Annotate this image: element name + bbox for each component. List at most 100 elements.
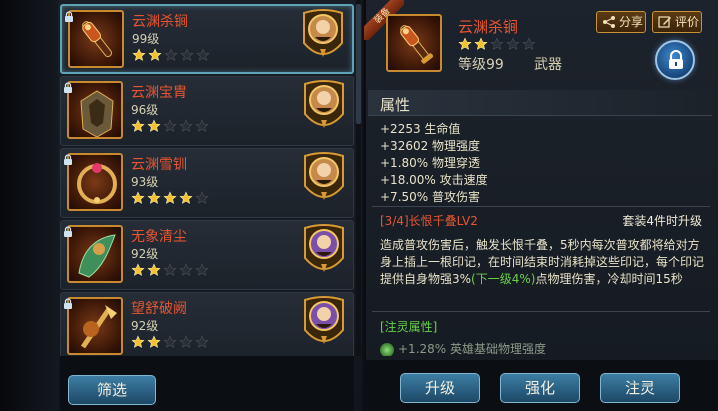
equipment-level: 96级 [131, 103, 159, 117]
detail-item-name: 云渊杀锏 [458, 18, 519, 36]
attribute-line: +1.80% 物理穿透 [380, 156, 480, 170]
equipment-thumbnail [67, 153, 123, 211]
star-empty-icon [506, 37, 520, 51]
hero-portrait-icon[interactable] [302, 9, 344, 65]
equipment-row[interactable]: 云渊宝胄 96级 [60, 76, 354, 146]
lock-icon [64, 7, 74, 22]
star-filled-icon [147, 335, 161, 349]
lock-icon [63, 150, 73, 165]
equipment-thumbnail [67, 81, 123, 139]
attribute-line: +18.00% 攻击速度 [380, 173, 488, 187]
set-desc-tail: 点物理伤害，冷却时间15秒 [535, 272, 683, 286]
edit-icon [658, 16, 671, 28]
equipment-name: 云渊杀锏 [132, 14, 188, 30]
equipment-name: 云渊雪钏 [131, 157, 187, 173]
detail-item-level: 等级99 [458, 57, 504, 73]
lock-icon [63, 78, 73, 93]
star-empty-icon [196, 48, 210, 62]
equipment-level: 93级 [131, 175, 159, 189]
spirit-infuse-button[interactable]: 注灵 [600, 373, 680, 403]
star-empty-icon [163, 335, 177, 349]
star-empty-icon [490, 37, 504, 51]
detail-item-thumbnail [386, 14, 442, 72]
equipment-row[interactable]: 云渊雪钏 93级 [60, 148, 354, 218]
spirit-gem-icon [380, 342, 394, 356]
star-empty-icon [522, 37, 536, 51]
attribute-line: +7.50% 普攻伤害 [380, 190, 480, 204]
star-filled-icon [131, 191, 145, 205]
star-empty-icon [164, 48, 178, 62]
mace-icon [400, 25, 434, 64]
attribute-line: +32602 物理强度 [380, 139, 481, 153]
equipment-row[interactable]: 云渊杀锏 99级 [60, 4, 354, 74]
star-empty-icon [163, 119, 177, 133]
hero-portrait-icon[interactable] [303, 152, 345, 208]
equipment-thumbnail [68, 10, 124, 68]
equipment-level: 92级 [131, 319, 159, 333]
attributes-header [368, 90, 712, 116]
star-filled-icon [147, 263, 161, 277]
star-rating [131, 335, 209, 349]
equipment-level: 92级 [131, 247, 159, 261]
left-edge-shade [0, 0, 58, 411]
share-label: 分享 [619, 15, 644, 29]
spirit-attribute-text: +1.28% 英雄基础物理强度 [398, 342, 546, 356]
section-divider [372, 311, 710, 312]
equipment-thumbnail [67, 225, 123, 283]
star-filled-icon [131, 119, 145, 133]
star-filled-icon [148, 48, 162, 62]
lock-icon [63, 294, 73, 309]
attributes-title: 属性 [380, 96, 411, 114]
enhance-button[interactable]: 强化 [500, 373, 580, 403]
star-empty-icon [195, 119, 209, 133]
star-empty-icon [179, 263, 193, 277]
lock-icon [63, 222, 73, 237]
star-filled-icon [179, 191, 193, 205]
spirit-attributes-title: [注灵属性] [380, 320, 438, 334]
star-filled-icon [131, 335, 145, 349]
set-bonus-title: [3/4]长恨千叠LV2 [380, 214, 478, 228]
star-rating [131, 119, 209, 133]
star-filled-icon [458, 37, 472, 51]
upgrade-button[interactable]: 升级 [400, 373, 480, 403]
set-bonus-description: 造成普攻伤害后，触发长恨千叠，5秒内每次普攻都将给对方身上插上一根印记，在时间结… [380, 237, 708, 288]
share-button[interactable]: 分享 [596, 11, 646, 33]
spirit-attribute-line: +1.28% 英雄基础物理强度 [380, 340, 710, 356]
equipment-name: 无象清尘 [131, 229, 187, 245]
star-rating [132, 48, 210, 62]
star-empty-icon [180, 48, 194, 62]
set-bonus-note: 套装4件时升级 [622, 214, 702, 228]
hero-portrait-icon[interactable] [303, 224, 345, 280]
star-filled-icon [132, 48, 146, 62]
star-empty-icon [195, 191, 209, 205]
star-empty-icon [195, 263, 209, 277]
star-empty-icon [195, 335, 209, 349]
star-filled-icon [474, 37, 488, 51]
attribute-line: +2253 生命值 [380, 122, 461, 136]
rate-button[interactable]: 评价 [652, 11, 702, 33]
set-desc-next-level: (下一级4%) [471, 272, 536, 286]
detail-item-type: 武器 [534, 57, 562, 73]
rate-label: 评价 [675, 15, 700, 29]
star-empty-icon [179, 119, 193, 133]
star-rating [131, 263, 209, 277]
star-filled-icon [147, 119, 161, 133]
equipment-thumbnail [67, 297, 123, 355]
star-filled-icon [147, 191, 161, 205]
list-scroll-thumb[interactable] [356, 4, 361, 124]
equipment-row[interactable]: 无象清尘 92级 [60, 220, 354, 290]
lock-icon [669, 50, 683, 69]
star-filled-icon [131, 263, 145, 277]
hero-portrait-icon[interactable] [303, 296, 345, 352]
section-divider [372, 206, 710, 207]
share-icon [603, 16, 615, 28]
detail-star-rating [458, 37, 536, 51]
hero-portrait-icon[interactable] [303, 80, 345, 136]
star-empty-icon [163, 263, 177, 277]
lock-button[interactable] [655, 40, 695, 80]
filter-button[interactable]: 筛选 [68, 375, 156, 405]
star-rating [131, 191, 209, 205]
equipment-name: 望舒破阙 [131, 301, 187, 317]
equipment-row[interactable]: 望舒破阙 92级 [60, 292, 354, 362]
equipment-name: 云渊宝胄 [131, 85, 187, 101]
